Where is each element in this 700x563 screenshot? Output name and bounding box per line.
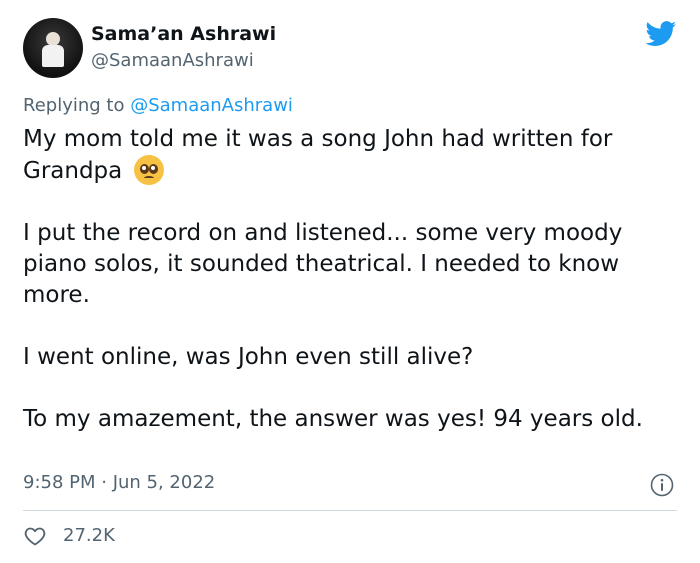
emoji-left-eye xyxy=(139,164,149,174)
like-button[interactable]: 27.2K xyxy=(23,524,115,548)
tweet-paragraph-3: I went online, was John even still alive… xyxy=(23,344,474,370)
author-handle[interactable]: @SamaanAshrawi xyxy=(91,50,254,72)
reply-mention-link[interactable]: @SamaanAshrawi xyxy=(130,95,293,116)
tweet-card: Sama’an Ashrawi @SamaanAshrawi Replying … xyxy=(0,0,700,563)
emoji-mouth xyxy=(143,176,154,180)
info-icon[interactable] xyxy=(650,473,674,497)
avatar[interactable] xyxy=(23,18,83,78)
twitter-bird-icon[interactable] xyxy=(645,21,677,47)
author-display-name[interactable]: Sama’an Ashrawi xyxy=(91,22,276,46)
replying-prefix: Replying to xyxy=(23,95,131,116)
divider xyxy=(23,510,677,511)
tweet-paragraph-1-text: My mom told me it was a song John had wr… xyxy=(23,126,620,184)
tweet-paragraph-1: My mom told me it was a song John had wr… xyxy=(23,124,688,187)
pleading-face-emoji-icon xyxy=(133,155,164,185)
heart-icon[interactable] xyxy=(23,524,47,548)
tweet-timestamp[interactable]: 9:58 PM · Jun 5, 2022 xyxy=(23,472,215,494)
tweet-paragraph-2: I put the record on and listened... some… xyxy=(23,220,630,308)
avatar-face xyxy=(46,32,60,46)
emoji-right-eye xyxy=(148,164,158,174)
tweet-paragraph-4: To my amazement, the answer was yes! 94 … xyxy=(23,406,643,432)
avatar-body xyxy=(42,45,64,67)
tweet-text: My mom told me it was a song John had wr… xyxy=(23,124,688,435)
replying-to: Replying to @SamaanAshrawi xyxy=(23,94,293,118)
like-count: 27.2K xyxy=(63,525,115,546)
